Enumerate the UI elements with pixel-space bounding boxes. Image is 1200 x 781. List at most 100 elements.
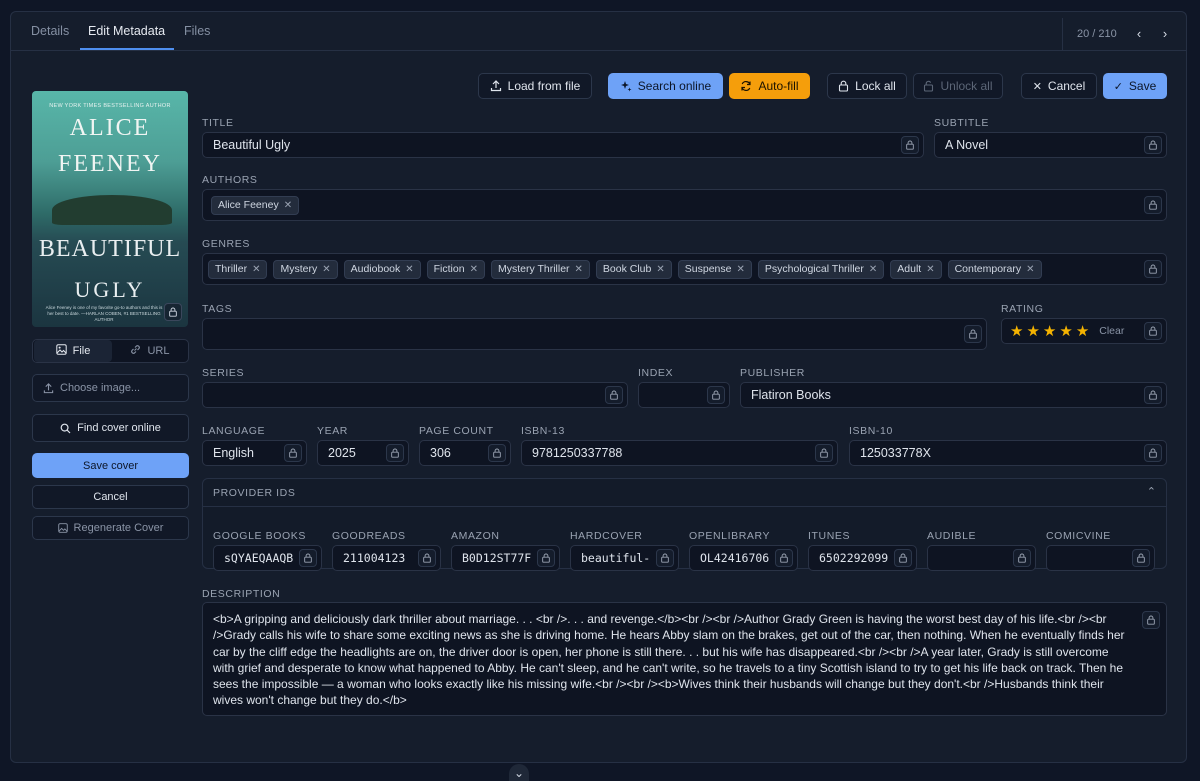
page-count-input[interactable]: 306 xyxy=(419,440,511,466)
lock-icon[interactable] xyxy=(488,444,506,462)
publisher-input[interactable]: Flatiron Books xyxy=(740,382,1167,408)
lock-icon[interactable] xyxy=(1144,386,1162,404)
lock-icon[interactable] xyxy=(894,549,912,567)
star-icon[interactable]: ★ xyxy=(1059,322,1072,340)
genres-input[interactable]: Thriller ✕ Mystery ✕ Audiobook ✕ Fiction ✕ M… xyxy=(202,253,1167,285)
lock-icon[interactable] xyxy=(1144,260,1162,278)
provider-input[interactable]: OL42416706 xyxy=(689,545,798,571)
cover-file-tab[interactable]: File xyxy=(34,340,112,362)
lock-icon[interactable] xyxy=(605,386,623,404)
regenerate-cover-button[interactable]: Regenerate Cover xyxy=(32,516,189,540)
authors-input[interactable]: Alice Feeney ✕ xyxy=(202,189,1167,221)
provider-input[interactable] xyxy=(1046,545,1155,571)
series-input[interactable] xyxy=(202,382,628,408)
star-icon[interactable]: ★ xyxy=(1043,322,1056,340)
star-icon[interactable]: ★ xyxy=(1010,322,1023,340)
lock-icon[interactable] xyxy=(656,549,674,567)
lock-all-button[interactable]: Lock all xyxy=(827,73,907,99)
lock-icon[interactable] xyxy=(964,325,982,343)
provider-input[interactable]: 6502292099 xyxy=(808,545,917,571)
remove-chip-icon[interactable]: ✕ xyxy=(322,264,330,275)
auto-fill-button[interactable]: Auto-fill xyxy=(729,73,810,99)
search-online-label: Search online xyxy=(637,79,712,93)
chevron-up-icon[interactable]: ⌃ xyxy=(1147,485,1156,498)
tab-files[interactable]: Files xyxy=(184,24,210,38)
save-button[interactable]: ✓ Save xyxy=(1103,73,1167,99)
tab-edit-metadata[interactable]: Edit Metadata xyxy=(88,24,165,38)
remove-chip-icon[interactable]: ✕ xyxy=(405,264,413,275)
remove-chip-icon[interactable]: ✕ xyxy=(926,264,934,275)
index-input[interactable] xyxy=(638,382,730,408)
chevron-left-icon[interactable]: ‹ xyxy=(1132,27,1146,41)
lock-icon[interactable] xyxy=(1013,549,1031,567)
cover-lock-icon[interactable] xyxy=(164,303,182,321)
language-input[interactable]: English xyxy=(202,440,307,466)
lock-icon[interactable] xyxy=(386,444,404,462)
year-input[interactable]: 2025 xyxy=(317,440,409,466)
remove-chip-icon[interactable]: ✕ xyxy=(252,264,260,275)
lock-icon[interactable] xyxy=(1144,444,1162,462)
cover-url-tab[interactable]: URL xyxy=(111,340,189,362)
lock-icon[interactable] xyxy=(537,549,555,567)
remove-chip-icon[interactable]: ✕ xyxy=(656,264,664,275)
genre-chip: Audiobook ✕ xyxy=(343,259,421,279)
search-icon xyxy=(60,423,71,434)
description-textarea[interactable]: <b>A gripping and deliciously dark thril… xyxy=(202,602,1167,716)
cover-cancel-button[interactable]: Cancel xyxy=(32,485,189,509)
search-online-button[interactable]: Search online xyxy=(608,73,723,99)
lock-icon[interactable] xyxy=(1144,136,1162,154)
description-value: <b>A gripping and deliciously dark thril… xyxy=(213,612,1125,708)
chevron-right-icon[interactable]: › xyxy=(1158,27,1172,41)
provider-value: beautiful- xyxy=(581,551,650,565)
rating-stars[interactable]: ★ ★ ★ ★ ★ xyxy=(1010,322,1089,340)
cover-author-line2: FEENEY xyxy=(58,151,162,177)
subtitle-value: A Novel xyxy=(945,138,989,152)
lock-icon[interactable] xyxy=(418,549,436,567)
isbn13-input[interactable]: 9781250337788 xyxy=(521,440,838,466)
tags-input[interactable] xyxy=(202,318,987,350)
provider-input[interactable]: B0D12ST77F xyxy=(451,545,560,571)
lock-icon[interactable] xyxy=(1144,322,1162,340)
cancel-button[interactable]: ✕ Cancel xyxy=(1021,73,1097,99)
provider-input[interactable]: sQYAEQAAQB xyxy=(213,545,322,571)
genre-chip: Contemporary ✕ xyxy=(947,259,1042,279)
lock-icon[interactable] xyxy=(1132,549,1150,567)
remove-chip-icon[interactable]: ✕ xyxy=(736,264,744,275)
provider-input[interactable]: 211004123 xyxy=(332,545,441,571)
lock-icon[interactable] xyxy=(707,386,725,404)
remove-chip-icon[interactable]: ✕ xyxy=(869,264,877,275)
unlock-all-button[interactable]: Unlock all xyxy=(913,73,1003,99)
lock-icon[interactable] xyxy=(775,549,793,567)
lock-icon[interactable] xyxy=(901,136,919,154)
remove-chip-icon[interactable]: ✕ xyxy=(470,264,478,275)
lock-icon[interactable] xyxy=(1144,196,1162,214)
star-icon[interactable]: ★ xyxy=(1076,322,1089,340)
subtitle-input[interactable]: A Novel xyxy=(934,132,1167,158)
remove-chip-icon[interactable]: ✕ xyxy=(284,200,292,211)
rating-clear-button[interactable]: Clear xyxy=(1099,325,1124,337)
find-cover-online-button[interactable]: Find cover online xyxy=(32,414,189,442)
lock-icon[interactable] xyxy=(299,549,317,567)
lock-icon[interactable] xyxy=(1142,611,1160,629)
remove-chip-icon[interactable]: ✕ xyxy=(1026,264,1034,275)
scroll-down-icon[interactable]: ⌄ xyxy=(509,764,529,781)
pager-count: 20 / 210 xyxy=(1077,28,1117,40)
provider-ids-header[interactable]: PROVIDER IDS ⌃ xyxy=(203,479,1166,507)
subtitle-label: SUBTITLE xyxy=(934,117,989,129)
title-input[interactable]: Beautiful Ugly xyxy=(202,132,924,158)
lock-icon[interactable] xyxy=(284,444,302,462)
isbn13-label: ISBN-13 xyxy=(521,425,565,437)
close-icon: ✕ xyxy=(1032,80,1042,93)
provider-input[interactable] xyxy=(927,545,1036,571)
rating-input[interactable]: ★ ★ ★ ★ ★ Clear xyxy=(1001,318,1167,344)
choose-image-button[interactable]: Choose image... xyxy=(32,374,189,402)
provider-input[interactable]: beautiful- xyxy=(570,545,679,571)
lock-icon[interactable] xyxy=(815,444,833,462)
tab-details[interactable]: Details xyxy=(31,24,69,38)
save-cover-button[interactable]: Save cover xyxy=(32,453,189,478)
load-from-file-button[interactable]: Load from file xyxy=(478,73,592,99)
lock-icon xyxy=(838,80,849,92)
isbn10-input[interactable]: 125033778X xyxy=(849,440,1167,466)
remove-chip-icon[interactable]: ✕ xyxy=(575,264,583,275)
star-icon[interactable]: ★ xyxy=(1026,322,1039,340)
